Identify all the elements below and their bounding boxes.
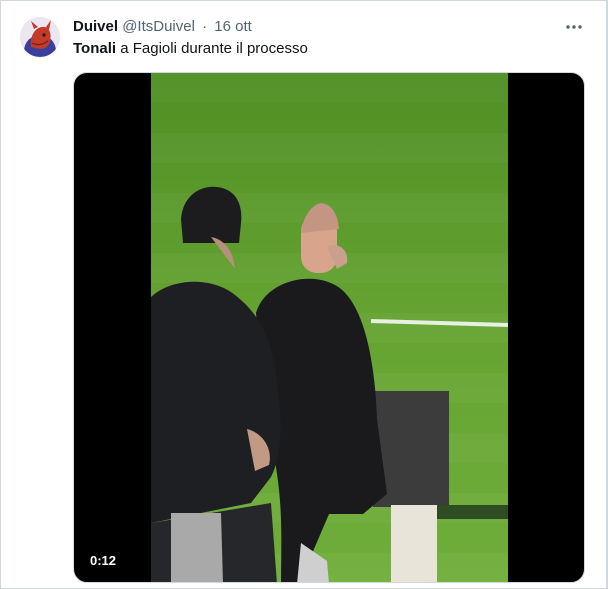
video-player[interactable]: 0:12 [73,72,585,583]
tweet-text: Tonali a Fagioli durante il processo [73,39,308,59]
video-duration-badge: 0:12 [84,550,123,572]
devil-avatar-icon [20,17,60,57]
separator-dot: · [202,18,208,35]
timestamp[interactable]: 16 ott [214,18,252,35]
user-handle[interactable]: @ItsDuivel [122,18,195,35]
video-frame [151,73,508,582]
more-horizontal-icon [566,25,582,29]
tweet-text-bold: Tonali [73,40,117,57]
user-avatar[interactable] [20,17,60,57]
more-options-button[interactable] [564,17,584,37]
tweet-text-rest: a Fagioli durante il processo [116,40,308,57]
tweet-card[interactable]: Duivel @ItsDuivel · 16 ott Tonali a Fagi… [0,0,608,589]
display-name[interactable]: Duivel [73,18,118,35]
tweet-header: Duivel @ItsDuivel · 16 ott [73,17,566,37]
